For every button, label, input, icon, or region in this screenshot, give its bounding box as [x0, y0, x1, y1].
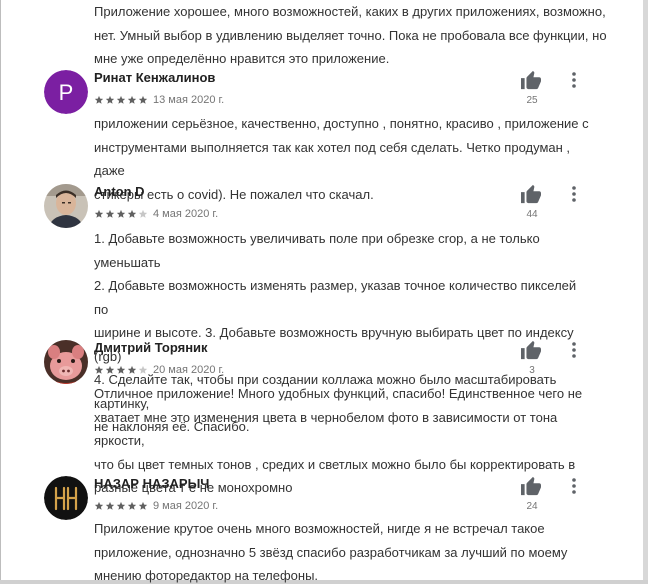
review-date: 4 мая 2020 г.: [153, 208, 219, 220]
helpful-count: 44: [526, 209, 538, 220]
review-date: 20 мая 2020 г.: [153, 364, 225, 376]
avatar-letter: Р: [59, 80, 74, 105]
star-filled-icon: [116, 365, 126, 374]
star-filled-icon: [127, 95, 137, 104]
star-filled-icon: [127, 501, 137, 510]
review-text-line: 1. Добавьте возможность увеличивать поле…: [94, 231, 540, 270]
rating-row: 9 мая 2020 г.: [94, 497, 219, 512]
avatar[interactable]: Р: [44, 70, 88, 114]
star-filled-icon: [94, 365, 104, 374]
star-rating: [94, 91, 149, 109]
star-filled-icon: [116, 209, 126, 218]
helpful-count: 24: [526, 501, 538, 512]
star-filled-icon: [94, 209, 104, 218]
star-filled-icon: [105, 365, 115, 374]
star-rating: [94, 205, 149, 223]
more-options-icon[interactable]: [567, 477, 581, 495]
review-text: Приложение крутое очень много возможност…: [94, 517, 594, 588]
author-name: Дмитрий Торяник: [94, 340, 208, 355]
author-name: НАЗАР НАЗАРЫЧ: [94, 476, 210, 491]
rating-row: 13 мая 2020 г.: [94, 91, 225, 106]
star-empty-icon: [138, 209, 148, 218]
avatar[interactable]: [44, 184, 88, 228]
review-text-line: Приложение крутое очень много возможност…: [94, 521, 545, 536]
review-date: 13 мая 2020 г.: [153, 94, 225, 106]
star-filled-icon: [127, 365, 137, 374]
star-rating: [94, 497, 149, 515]
review-text-line: 2. Добавьте возможность изменять размер,…: [94, 278, 577, 317]
author-name: Anton D: [94, 184, 145, 199]
review-text-line: приложение, однозначно 5 звёзд спасибо р…: [94, 544, 568, 560]
review-text: приложении серьёзное, качественно, досту…: [94, 112, 594, 206]
frame-right-border: [643, 0, 648, 584]
thumbs-up-icon[interactable]: [520, 184, 546, 204]
star-filled-icon: [105, 95, 115, 104]
frame-left-border: [0, 0, 1, 584]
rating-row: 20 мая 2020 г.: [94, 361, 225, 376]
review-text-line: Отличное приложение! Много удобных функц…: [94, 386, 583, 401]
star-filled-icon: [138, 501, 148, 510]
thumbs-up-icon[interactable]: [520, 340, 546, 360]
avatar[interactable]: [44, 340, 88, 384]
star-filled-icon: [105, 501, 115, 510]
star-rating: [94, 361, 149, 379]
review-text-partial: Приложение хорошее, много возможностей, …: [94, 0, 614, 71]
review-text-line: стикеры есть о covid). Не пожалел что ск…: [94, 186, 374, 202]
author-name: Ринат Кенжалинов: [94, 70, 216, 85]
review-text-line: хватает мне это изменения цвета в черноб…: [94, 409, 558, 449]
review-text-line: Приложение хорошее, много возможностей, …: [94, 4, 606, 19]
review-text-line: мне уже определённо нравится это приложе…: [94, 51, 390, 66]
star-filled-icon: [94, 501, 104, 510]
avatar[interactable]: [44, 476, 88, 520]
more-options-icon[interactable]: [567, 71, 581, 89]
review-text-line: нет. Умный выбор в удивлению выделяет то…: [94, 27, 607, 43]
star-filled-icon: [116, 95, 126, 104]
more-options-icon[interactable]: [567, 185, 581, 203]
star-filled-icon: [94, 95, 104, 104]
review-text-line: что бы цвет темных тонов , средих и свет…: [94, 456, 576, 472]
star-filled-icon: [105, 209, 115, 218]
star-filled-icon: [138, 95, 148, 104]
thumbs-up-icon[interactable]: [520, 476, 546, 496]
review-text-line: приложении серьёзное, качественно, досту…: [94, 116, 589, 131]
review-date: 9 мая 2020 г.: [153, 500, 219, 512]
helpful-count: 25: [526, 95, 538, 106]
star-empty-icon: [138, 365, 148, 374]
rating-row: 4 мая 2020 г.: [94, 205, 219, 220]
more-options-icon[interactable]: [567, 341, 581, 359]
review-text-line: инструментами выполняется так как хотел …: [94, 139, 571, 179]
thumbs-up-icon[interactable]: [520, 70, 546, 90]
star-filled-icon: [116, 501, 126, 510]
star-filled-icon: [127, 209, 137, 218]
helpful-count: 3: [529, 365, 535, 376]
